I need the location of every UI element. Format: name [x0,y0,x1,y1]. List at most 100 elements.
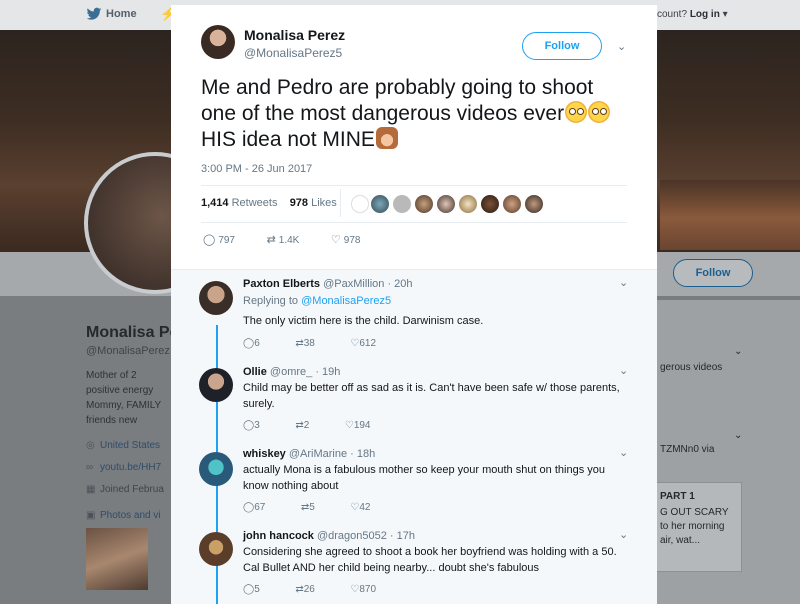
reply-actions: ◯ 5 ⇄ 26 ♡ 870 [243,584,376,595]
like-button[interactable]: ♡ 42 [350,502,370,513]
reply-button[interactable]: ◯ 797 [203,233,235,246]
retweet-button[interactable]: ⇄ 38 [295,338,315,349]
heart-icon: ♡ [330,234,341,246]
reply-author[interactable]: Ollie @omre_ · 19h [243,366,340,378]
divider [201,222,627,223]
reply-author[interactable]: whiskey @AriMarine · 18h [243,448,375,460]
liker-avatar[interactable] [481,195,499,213]
retweet-icon: ⇄ [266,234,276,246]
divider [340,189,341,217]
reply-avatar[interactable] [199,532,233,566]
replying-to: Replying to @MonalisaPerez5 [243,295,392,307]
tweet-actions: ◯ 797 ⇄ 1.4K ♡ 978 [203,233,360,246]
reply-icon: ◯ [243,338,255,349]
card-text-2: to her morning [660,521,725,532]
author-avatar[interactable] [201,25,235,59]
card-text-1: G OUT SCARY [660,507,729,518]
flushed-face-emoji-icon [588,101,611,123]
reply-button[interactable]: ◯ 3 [243,420,260,431]
reply-icon: ◯ [243,420,255,431]
like-button[interactable]: ♡ 612 [350,338,376,349]
liker-avatar[interactable] [351,195,369,213]
card-title: PART 1 [660,491,695,502]
like-button[interactable]: ♡ 194 [345,420,371,431]
chevron-down-icon[interactable]: ⌄ [734,346,742,357]
reply-text: The only victim here is the child. Darwi… [243,315,484,327]
right-panel-text-2: TZMNn0 via [660,444,715,455]
liker-avatar[interactable] [415,195,433,213]
tweet-stats: 1,414 Retweets 978 Likes [201,197,337,209]
retweet-icon: ⇄ [295,420,304,431]
liker-avatar[interactable] [437,195,455,213]
background-follow-button[interactable]: Follow [673,259,753,287]
chevron-down-icon[interactable]: ⌄ [619,528,628,541]
liker-avatar[interactable] [503,195,521,213]
profile-handle: @MonalisaPerez [86,345,170,357]
retweet-button[interactable]: ⇄ 5 [301,502,315,513]
profile-joined: ▦ Joined Februa [86,484,164,495]
reply-text: actually Mona is a fabulous mother so ke… [243,464,605,492]
retweet-icon: ⇄ [295,338,304,349]
liker-avatar[interactable] [393,195,411,213]
reply-text: Child may be better off as sad as it is.… [243,382,620,410]
reply-icon: ◯ [203,234,216,246]
chevron-down-icon[interactable]: ⌄ [619,276,628,289]
profile-media-thumbnail[interactable] [86,528,148,590]
follow-button[interactable]: Follow [522,32,602,60]
reply-button[interactable]: ◯ 6 [243,338,260,349]
retweet-icon: ⇄ [300,502,310,513]
heart-icon: ♡ [350,338,360,349]
retweet-button[interactable]: ⇄ 2 [295,420,309,431]
profile-location: ◎ United States [86,440,161,451]
reply-text: Considering she agreed to shoot a book h… [243,546,617,574]
like-button[interactable]: ♡ 870 [350,584,376,595]
twitter-bird-icon[interactable] [86,6,102,22]
chevron-down-icon[interactable]: ⌄ [617,40,626,53]
reply-avatar[interactable] [199,368,233,402]
divider [201,185,627,186]
retweet-button[interactable]: ⇄ 1.4K [267,233,300,246]
reply-actions: ◯ 67 ⇄ 5 ♡ 42 [243,502,371,513]
right-panel-text-1: gerous videos [660,362,723,373]
flushed-face-emoji-icon [565,101,588,123]
reply-button[interactable]: ◯ 67 [243,502,265,513]
heart-icon: ♡ [350,502,360,513]
author-name[interactable]: Monalisa Perez [244,27,345,43]
chevron-down-icon[interactable]: ⌄ [734,430,742,441]
profile-link[interactable]: ∞ youtu.be/HH7 [86,462,161,473]
author-handle[interactable]: @MonalisaPerez5 [244,46,342,60]
heart-icon: ♡ [350,584,360,595]
reply-actions: ◯ 3 ⇄ 2 ♡ 194 [243,420,371,431]
tweet-text: Me and Pedro are probably going to shoot… [201,75,641,153]
login-link[interactable]: ccount? Log in ▾ [652,9,728,20]
reply-actions: ◯ 6 ⇄ 38 ♡ 612 [243,338,376,349]
location-icon: ◎ [86,440,95,451]
like-button[interactable]: ♡ 978 [331,233,361,246]
liker-avatar[interactable] [459,195,477,213]
retweet-icon: ⇄ [295,584,304,595]
profile-bio: Mother of 2 positive energy Mommy, FAMIL… [86,370,162,426]
reply-avatar[interactable] [199,452,233,486]
calendar-icon: ▦ [86,484,96,495]
reply-icon: ◯ [243,584,255,595]
reply-author[interactable]: john hancock @dragon5052 · 17h [243,530,415,542]
likes-stat[interactable]: 978 Likes [290,197,337,209]
liker-avatar[interactable] [371,195,389,213]
tweet-timestamp[interactable]: 3:00 PM - 26 Jun 2017 [201,163,312,175]
photos-and-videos-link[interactable]: ▣ Photos and vi [86,510,161,521]
reply-icon: ◯ [243,502,255,513]
retweet-button[interactable]: ⇄ 26 [295,584,315,595]
nav-home[interactable]: Home [106,8,137,20]
card-text-3: air, wat... [660,535,701,546]
reply-avatar[interactable] [199,281,233,315]
see-no-evil-monkey-emoji-icon [375,127,398,149]
chevron-down-icon[interactable]: ⌄ [619,364,628,377]
reply-button[interactable]: ◯ 5 [243,584,260,595]
heart-icon: ♡ [344,420,354,431]
profile-name: Monalisa Pe [86,324,179,341]
chevron-down-icon[interactable]: ⌄ [619,446,628,459]
replying-to-link[interactable]: @MonalisaPerez5 [301,295,391,307]
reply-author[interactable]: Paxton Elberts @PaxMillion · 20h [243,278,413,290]
retweets-stat[interactable]: 1,414 Retweets [201,197,277,209]
liker-avatar[interactable] [525,195,543,213]
